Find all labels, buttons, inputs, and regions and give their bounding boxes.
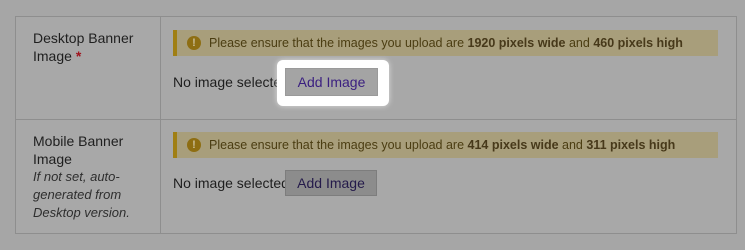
form-panel: Desktop Banner Image * ! Please ensure t… (0, 0, 745, 250)
notice-and: and (558, 138, 587, 152)
desktop-banner-label-cell: Desktop Banner Image * (16, 17, 161, 119)
notice-and: and (565, 36, 594, 50)
mobile-banner-label: Mobile Banner Image (33, 133, 124, 167)
mobile-banner-row: Mobile Banner Image If not set, auto-gen… (16, 120, 736, 233)
mobile-notice-text: Please ensure that the images you upload… (209, 132, 675, 158)
notice-prefix: Please ensure that the images you upload… (209, 138, 468, 152)
notice-height: 460 pixels high (593, 36, 683, 50)
desktop-notice-text: Please ensure that the images you upload… (209, 30, 683, 56)
info-circle-icon: ! (187, 36, 201, 50)
required-asterisk: * (75, 48, 82, 64)
highlighted-button-spotlight: Add Image (277, 60, 389, 106)
mobile-size-notice: ! Please ensure that the images you uplo… (173, 132, 718, 158)
mobile-banner-hint: If not set, auto-generated from Desktop … (33, 169, 130, 220)
notice-prefix: Please ensure that the images you upload… (209, 36, 468, 50)
notice-height: 311 pixels high (586, 138, 676, 152)
notice-width: 1920 pixels wide (467, 36, 566, 50)
desktop-banner-label: Desktop Banner Image * (33, 29, 155, 65)
banner-settings-table: Desktop Banner Image * ! Please ensure t… (15, 16, 737, 234)
mobile-image-status: No image selected (173, 175, 289, 191)
mobile-add-image-button[interactable]: Add Image (285, 170, 377, 196)
info-circle-icon: ! (187, 138, 201, 152)
desktop-size-notice: ! Please ensure that the images you uplo… (173, 30, 718, 56)
notice-width: 414 pixels wide (467, 138, 559, 152)
desktop-banner-label-text: Desktop Banner Image (33, 30, 134, 64)
desktop-add-image-button[interactable]: Add Image (285, 68, 378, 96)
desktop-image-status: No image selected (173, 74, 289, 90)
mobile-banner-label-cell: Mobile Banner Image If not set, auto-gen… (16, 120, 161, 233)
